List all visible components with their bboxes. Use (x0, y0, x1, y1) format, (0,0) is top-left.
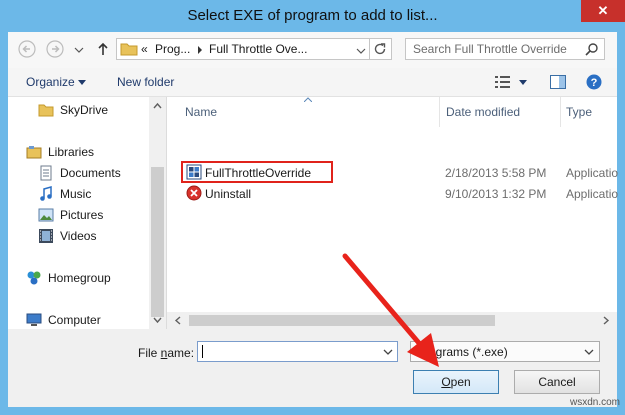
navigation-bar: « Prog... Full Throttle Ove... Search Fu… (8, 32, 617, 68)
sort-ascending-icon (304, 97, 312, 102)
address-bar[interactable]: « Prog... Full Throttle Ove... (116, 38, 370, 60)
column-header-name[interactable]: Name (185, 105, 217, 119)
scroll-up-icon (153, 102, 162, 109)
title-bar[interactable]: Select EXE of program to add to list... … (0, 0, 625, 32)
back-button[interactable] (18, 40, 36, 58)
column-separator[interactable] (439, 97, 440, 127)
preview-pane-icon[interactable] (550, 75, 566, 89)
new-folder-button[interactable]: New folder (117, 75, 174, 89)
organize-button[interactable]: Organize (26, 75, 75, 89)
navigation-pane: SkyDrive Libraries Documents Music Pictu… (8, 97, 166, 329)
organize-dropdown-icon (78, 80, 86, 85)
search-icon (585, 43, 598, 56)
homegroup-icon (27, 271, 41, 285)
address-crumb-folder[interactable]: Full Throttle Ove... (209, 42, 307, 56)
refresh-icon (374, 43, 386, 55)
file-name-dropdown-icon[interactable] (382, 342, 394, 361)
up-button[interactable] (94, 40, 112, 58)
text-caret (202, 345, 203, 358)
nav-item-music[interactable]: Music (38, 185, 91, 203)
recent-locations-button[interactable] (74, 40, 84, 58)
column-header-type[interactable]: Type (566, 105, 592, 119)
scroll-down-icon (153, 317, 162, 324)
file-horizontal-scrollbar[interactable] (167, 312, 617, 329)
file-name: Uninstall (205, 187, 252, 201)
app-exe-icon (186, 164, 202, 180)
cancel-label: Cancel (538, 375, 576, 389)
nav-scroll-thumb[interactable] (151, 167, 164, 317)
nav-item-label: Libraries (48, 145, 95, 159)
nav-item-homegroup[interactable]: Homegroup (26, 269, 111, 287)
forward-arrow-icon (46, 40, 64, 58)
uninstall-icon (186, 185, 202, 201)
nav-item-label: SkyDrive (60, 103, 109, 117)
file-name-label: File name: (138, 346, 195, 360)
file-row-fullthrottleoverride[interactable]: FullThrottleOverride 2/18/2013 5:58 PM A… (167, 161, 619, 183)
folder-icon (120, 43, 138, 56)
column-header-date[interactable]: Date modified (446, 105, 520, 119)
file-name-field[interactable] (197, 341, 398, 362)
file-scroll-thumb[interactable] (189, 315, 495, 326)
address-crumb-programs[interactable]: Prog... (155, 42, 190, 56)
nav-item-label: Music (60, 187, 92, 201)
new-folder-label: New folder (117, 75, 175, 89)
nav-item-documents[interactable]: Documents (38, 164, 121, 182)
svg-text:?: ? (591, 77, 598, 89)
cancel-button[interactable]: Cancel (514, 370, 600, 394)
close-icon: ✕ (597, 3, 609, 18)
documents-icon (40, 165, 52, 181)
file-list-pane: Name Date modified Type FullThrottleOver… (167, 97, 619, 329)
watermark: wsxdn.com (570, 397, 621, 408)
dialog-footer: File name: Programs (*.exe) Open Cancel (8, 330, 617, 407)
view-options-icon[interactable] (495, 75, 511, 89)
nav-item-libraries[interactable]: Libraries (26, 143, 94, 161)
column-separator[interactable] (560, 97, 561, 127)
address-dropdown-icon (356, 48, 366, 54)
chevron-down-icon (74, 47, 84, 53)
file-type-filter[interactable]: Programs (*.exe) (410, 341, 600, 362)
file-name: FullThrottleOverride (205, 166, 312, 180)
search-box[interactable]: Search Full Throttle Override (405, 38, 605, 60)
videos-icon (39, 229, 53, 243)
scroll-right-icon (603, 316, 610, 325)
file-row-uninstall[interactable]: Uninstall 9/10/2013 1:32 PM Applicatio (167, 184, 619, 204)
nav-item-videos[interactable]: Videos (38, 227, 96, 245)
organize-label: Organize (26, 75, 75, 89)
nav-item-label: Pictures (60, 208, 104, 222)
open-button[interactable]: Open (413, 370, 499, 394)
nav-item-pictures[interactable]: Pictures (38, 206, 103, 224)
dialog-client: « Prog... Full Throttle Ove... Search Fu… (8, 32, 619, 407)
back-arrow-icon (18, 40, 36, 58)
address-overflow[interactable]: « (141, 42, 148, 56)
file-type: Applicatio (566, 166, 619, 180)
scroll-left-icon (174, 316, 181, 325)
nav-vertical-scrollbar[interactable] (149, 97, 166, 329)
nav-item-label: Videos (60, 229, 97, 243)
help-icon[interactable]: ? (586, 74, 602, 90)
skydrive-folder-icon (38, 104, 54, 117)
nav-item-skydrive[interactable]: SkyDrive (38, 101, 108, 119)
computer-icon (26, 313, 42, 326)
filter-dropdown-icon (584, 349, 594, 355)
nav-item-label: Computer (48, 313, 101, 327)
nav-item-label: Homegroup (48, 271, 111, 285)
command-toolbar: Organize New folder ? (8, 68, 617, 97)
libraries-icon (26, 146, 42, 159)
window-title: Select EXE of program to add to list... (187, 7, 438, 24)
pictures-icon (38, 208, 54, 222)
nav-item-label: Documents (60, 166, 121, 180)
nav-item-computer[interactable]: Computer (26, 311, 101, 329)
search-input[interactable]: Search Full Throttle Override (413, 42, 567, 56)
file-date: 9/10/2013 1:32 PM (445, 187, 547, 201)
up-arrow-icon (98, 42, 108, 55)
close-button[interactable]: ✕ (581, 0, 625, 22)
music-icon (40, 186, 52, 201)
breadcrumb-separator-icon (198, 46, 202, 54)
file-date: 2/18/2013 5:58 PM (445, 166, 547, 180)
forward-button[interactable] (46, 40, 64, 58)
file-type-filter-value: Programs (*.exe) (417, 345, 508, 359)
refresh-button[interactable] (370, 38, 392, 60)
file-type: Applicatio (566, 187, 619, 201)
view-dropdown-icon[interactable] (519, 80, 527, 86)
